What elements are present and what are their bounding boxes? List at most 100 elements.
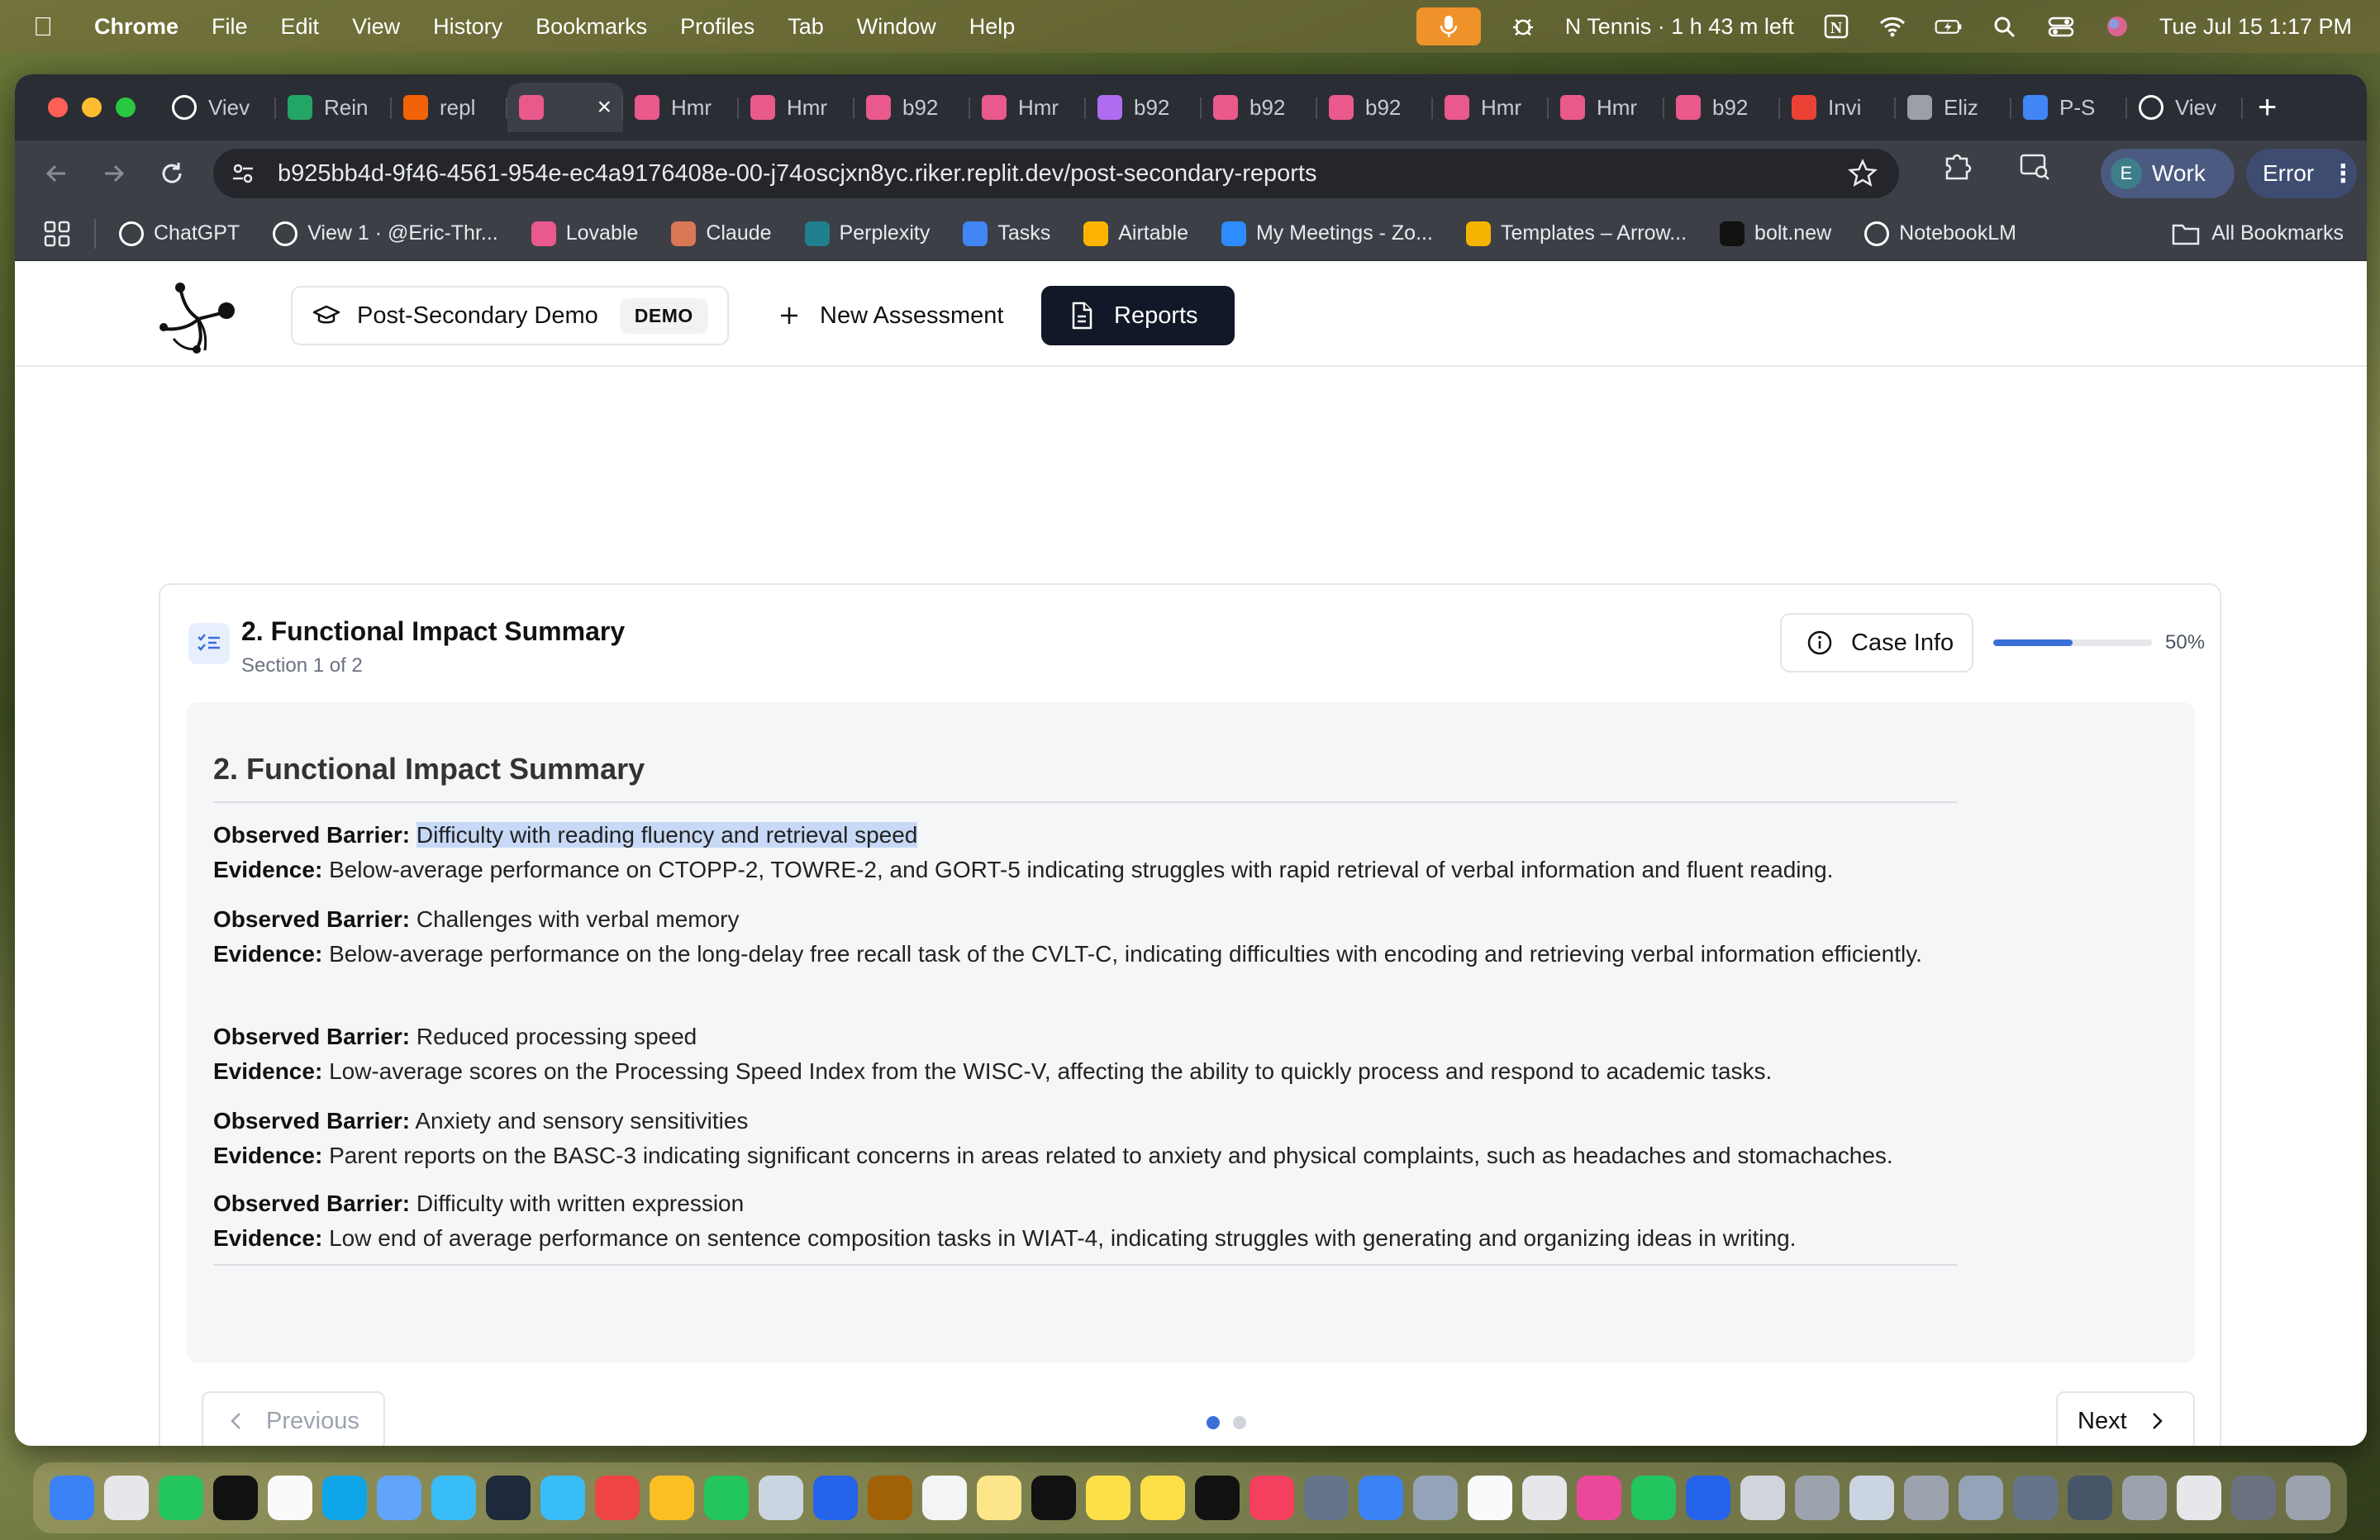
dock-app-icon[interactable]: [1686, 1476, 1730, 1520]
menu-help[interactable]: Help: [969, 14, 1016, 40]
dock-app-icon[interactable]: [159, 1476, 203, 1520]
browser-tab[interactable]: Hmr: [739, 83, 854, 132]
focus-timer-status[interactable]: N Tennis · 1 h 43 m left: [1565, 14, 1794, 40]
bookmark-item[interactable]: ChatGPT: [119, 221, 240, 246]
menu-tab[interactable]: Tab: [788, 14, 824, 40]
browser-tab[interactable]: Rein: [276, 83, 392, 132]
menu-edit[interactable]: Edit: [281, 14, 320, 40]
dock-app-icon[interactable]: [704, 1476, 749, 1520]
back-arrow-icon[interactable]: [40, 157, 73, 190]
dock-app-icon[interactable]: [1031, 1476, 1076, 1520]
dock-app-icon[interactable]: [1959, 1476, 2003, 1520]
tab-search-icon[interactable]: [2018, 149, 2051, 182]
close-tab-icon[interactable]: ×: [597, 93, 612, 121]
dock-app-icon[interactable]: [1195, 1476, 1240, 1520]
dock-app-icon[interactable]: [1140, 1476, 1185, 1520]
browser-tab[interactable]: repl: [392, 83, 507, 132]
browser-tab[interactable]: b92: [1664, 83, 1780, 132]
bookmark-item[interactable]: Templates – Arrow...: [1465, 221, 1687, 246]
browser-tab[interactable]: Hmr: [1549, 83, 1664, 132]
browser-tab[interactable]: Hmr: [970, 83, 1086, 132]
dock-app-icon[interactable]: [2122, 1476, 2167, 1520]
bookmark-item[interactable]: bolt.new: [1720, 221, 1831, 246]
reload-icon[interactable]: [155, 157, 188, 190]
error-menu-button[interactable]: Error ⋮: [2246, 149, 2357, 198]
menu-history[interactable]: History: [433, 14, 502, 40]
next-button[interactable]: Next: [2056, 1391, 2195, 1446]
apps-grid-icon[interactable]: [43, 220, 71, 248]
dock-app-icon[interactable]: [1086, 1476, 1130, 1520]
siri-icon[interactable]: [2103, 14, 2131, 39]
extensions-icon[interactable]: [1940, 149, 1973, 182]
dock-app-icon[interactable]: [486, 1476, 531, 1520]
browser-tab[interactable]: b92: [1086, 83, 1202, 132]
browser-tab[interactable]: Invi: [1780, 83, 1896, 132]
dock-app-icon[interactable]: [922, 1476, 967, 1520]
dock-app-icon[interactable]: [1577, 1476, 1621, 1520]
dock-app-icon[interactable]: [650, 1476, 694, 1520]
dock-app-icon[interactable]: [977, 1476, 1021, 1520]
context-switcher-button[interactable]: Post-Secondary Demo DEMO: [291, 286, 729, 345]
dock-app-icon[interactable]: [213, 1476, 258, 1520]
dock-app-icon[interactable]: [1359, 1476, 1403, 1520]
menu-app-name[interactable]: Chrome: [94, 14, 178, 40]
control-center-icon[interactable]: [2047, 14, 2075, 39]
bookmark-item[interactable]: Lovable: [531, 221, 638, 246]
dock-app-icon[interactable]: [1522, 1476, 1567, 1520]
battery-icon[interactable]: [1935, 14, 1963, 39]
browser-tab[interactable]: b92: [1317, 83, 1433, 132]
pagination-dot[interactable]: [1233, 1416, 1246, 1429]
bookmark-item[interactable]: Claude: [671, 221, 772, 246]
previous-button[interactable]: Previous: [202, 1391, 385, 1446]
notion-icon[interactable]: N: [1822, 14, 1850, 39]
apple-menu-icon[interactable]: : [33, 12, 66, 42]
menu-window[interactable]: Window: [857, 14, 936, 40]
new-tab-button[interactable]: +: [2258, 89, 2277, 126]
dock-app-icon[interactable]: [1849, 1476, 1894, 1520]
dock-app-icon[interactable]: [322, 1476, 367, 1520]
dock-app-icon[interactable]: [268, 1476, 312, 1520]
dock-app-icon[interactable]: [1468, 1476, 1512, 1520]
dock-app-icon[interactable]: [1631, 1476, 1676, 1520]
dock-app-icon[interactable]: [868, 1476, 912, 1520]
case-info-button[interactable]: Case Info: [1780, 613, 1973, 673]
dock-app-icon[interactable]: [50, 1476, 94, 1520]
browser-tab[interactable]: Viev: [2127, 83, 2243, 132]
menu-file[interactable]: File: [212, 14, 248, 40]
dock-app-icon[interactable]: [595, 1476, 640, 1520]
dock-app-icon[interactable]: [431, 1476, 476, 1520]
dock-app-icon[interactable]: [2231, 1476, 2276, 1520]
minimize-window-button[interactable]: [82, 97, 102, 117]
spotlight-search-icon[interactable]: [1991, 14, 2019, 39]
dock-app-icon[interactable]: [377, 1476, 421, 1520]
dock-app-icon[interactable]: [540, 1476, 585, 1520]
dock-app-icon[interactable]: [2177, 1476, 2221, 1520]
dock-app-icon[interactable]: [1304, 1476, 1349, 1520]
close-window-button[interactable]: [48, 97, 68, 117]
dock-app-icon[interactable]: [2286, 1476, 2330, 1520]
bookmark-item[interactable]: NotebookLM: [1864, 221, 2016, 246]
profile-button[interactable]: E Work: [2101, 149, 2235, 198]
wifi-icon[interactable]: [1878, 14, 1906, 39]
pagination-dot[interactable]: [1207, 1416, 1220, 1429]
bookmark-star-icon[interactable]: [1848, 159, 1878, 188]
dock-app-icon[interactable]: [1740, 1476, 1785, 1520]
menu-profiles[interactable]: Profiles: [680, 14, 754, 40]
microphone-icon[interactable]: [1416, 7, 1481, 45]
dock-app-icon[interactable]: [813, 1476, 858, 1520]
app-logo-icon[interactable]: [155, 271, 241, 357]
menu-view[interactable]: View: [352, 14, 400, 40]
dock-app-icon[interactable]: [104, 1476, 149, 1520]
new-assessment-button[interactable]: New Assessment: [762, 286, 1020, 345]
address-bar[interactable]: b925bb4d-9f46-4561-954e-ec4a9176408e-00-…: [213, 149, 1899, 198]
dock-app-icon[interactable]: [1250, 1476, 1294, 1520]
forward-arrow-icon[interactable]: [98, 157, 131, 190]
bookmark-item[interactable]: Perplexity: [804, 221, 930, 246]
browser-tab[interactable]: b92: [854, 83, 970, 132]
browser-tab[interactable]: Hmr: [1433, 83, 1549, 132]
bug-icon[interactable]: [1509, 14, 1537, 39]
bookmark-item[interactable]: Airtable: [1083, 221, 1188, 246]
reports-nav-button[interactable]: Reports: [1041, 286, 1235, 345]
dock-app-icon[interactable]: [1904, 1476, 1949, 1520]
bookmark-item[interactable]: View 1 · @Eric-Thr...: [273, 221, 498, 246]
